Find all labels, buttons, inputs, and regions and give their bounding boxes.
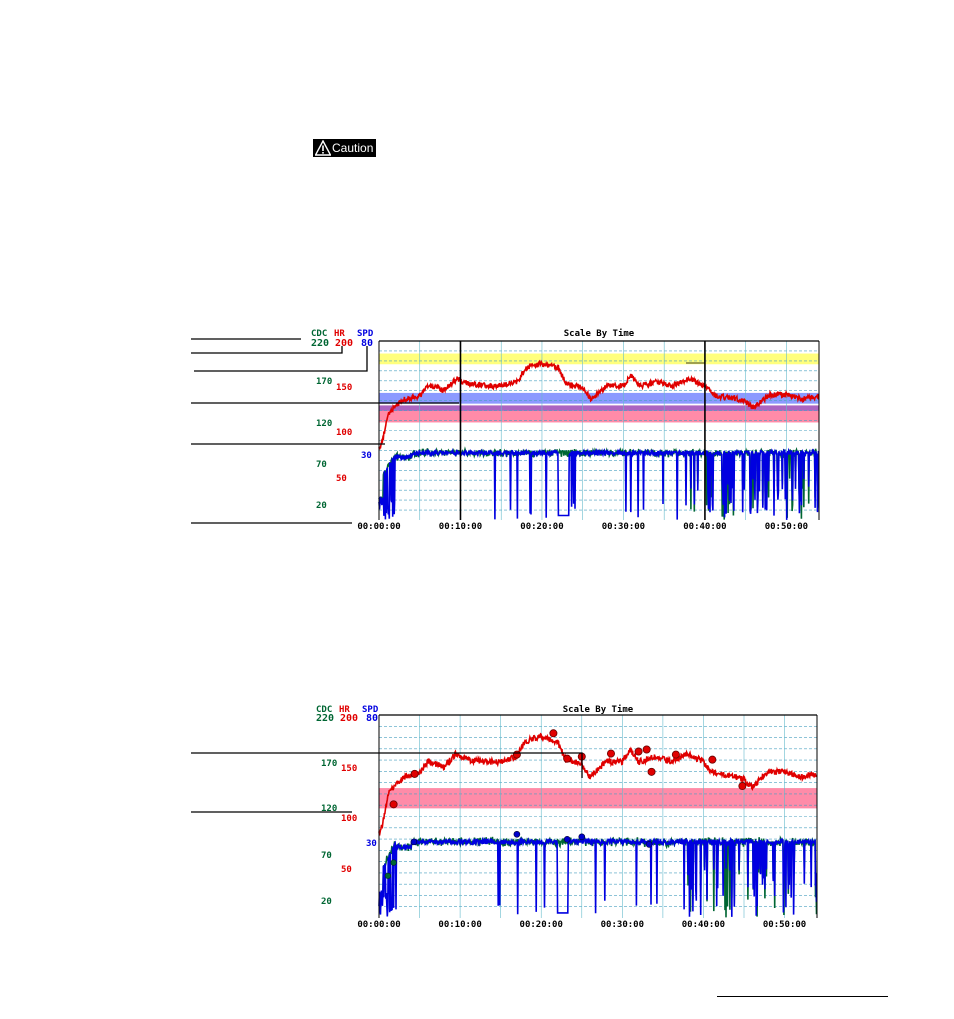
lap-point-hr (671, 750, 680, 759)
hr-tick-label: 100 (341, 814, 357, 824)
chart-title: Scale By Time (564, 328, 635, 339)
chart-2: Scale By TimeCDC HR SPD220 200 8017012070201… (316, 704, 818, 930)
x-tick-label: 00:40:00 (682, 920, 725, 930)
hr-tick-label: 100 (336, 428, 352, 438)
spd-tick-label: 30 (366, 839, 377, 849)
lap-point-hr (563, 754, 572, 763)
x-tick-label: 00:10:00 (439, 522, 482, 532)
axis-top-value: 200 (340, 713, 358, 724)
x-tick-label: 00:10:00 (438, 920, 481, 930)
lap-point-spd (645, 841, 653, 848)
axis-top-value: 80 (366, 713, 378, 724)
hr-tick-label: 50 (341, 865, 352, 875)
charts-canvas: Scale By TimeCDC HR SPD220 200 8017012070201… (191, 328, 820, 930)
lap-point-hr (738, 782, 747, 791)
callout-line-spd (194, 346, 368, 372)
lap-point-hr (634, 747, 643, 756)
cdc-tick-label: 20 (321, 897, 332, 907)
x-tick-label: 00:50:00 (763, 920, 806, 930)
cdc-tick-label: 20 (316, 501, 327, 511)
lap-point-spd (513, 830, 521, 838)
x-tick-label: 00:30:00 (602, 522, 645, 532)
spd-tick-label: 30 (361, 451, 372, 461)
x-tick-label: 00:50:00 (765, 522, 808, 532)
hr-tick-label: 150 (336, 383, 352, 393)
hr-tick-label: 50 (336, 474, 347, 484)
cdc-tick-label: 120 (316, 419, 332, 429)
lap-point-hr (549, 729, 558, 738)
chart-title: Scale By Time (563, 704, 634, 715)
lap-point-hr (606, 749, 615, 758)
blue-zone (379, 392, 819, 404)
axis-top-value: 220 (316, 713, 334, 724)
lap-point-hr (647, 767, 656, 776)
lap-point-cdc (384, 872, 392, 879)
x-tick-label: 00:00:00 (357, 920, 400, 930)
lap-point-hr (708, 755, 717, 764)
axis-top-value: 220 (311, 338, 329, 349)
x-tick-label: 00:20:00 (520, 920, 563, 930)
lap-point-spd (563, 836, 571, 843)
x-tick-label: 00:20:00 (520, 522, 563, 532)
chart-1: Scale By TimeCDC HR SPD220 200 8017012070201… (311, 328, 820, 532)
lap-point-spd (410, 838, 418, 846)
lap-point-hr (642, 745, 651, 754)
lap-point-hr (389, 800, 398, 809)
axis-top-value: 200 (335, 338, 353, 349)
lap-point-cdc (390, 859, 397, 866)
yellow-zone (379, 353, 819, 365)
lap-point-hr (410, 769, 419, 778)
x-tick-label: 00:40:00 (683, 522, 726, 532)
hr-tick-label: 150 (341, 764, 357, 774)
footer-rule (717, 996, 888, 997)
cdc-tick-label: 70 (316, 460, 327, 470)
x-tick-label: 00:00:00 (357, 522, 400, 532)
lap-point-spd (578, 833, 586, 841)
lap-point-hr (512, 750, 521, 759)
cdc-tick-label: 70 (321, 851, 332, 861)
cdc-tick-label: 170 (321, 759, 337, 769)
cdc-tick-label: 170 (316, 377, 332, 387)
x-tick-label: 00:30:00 (601, 920, 644, 930)
